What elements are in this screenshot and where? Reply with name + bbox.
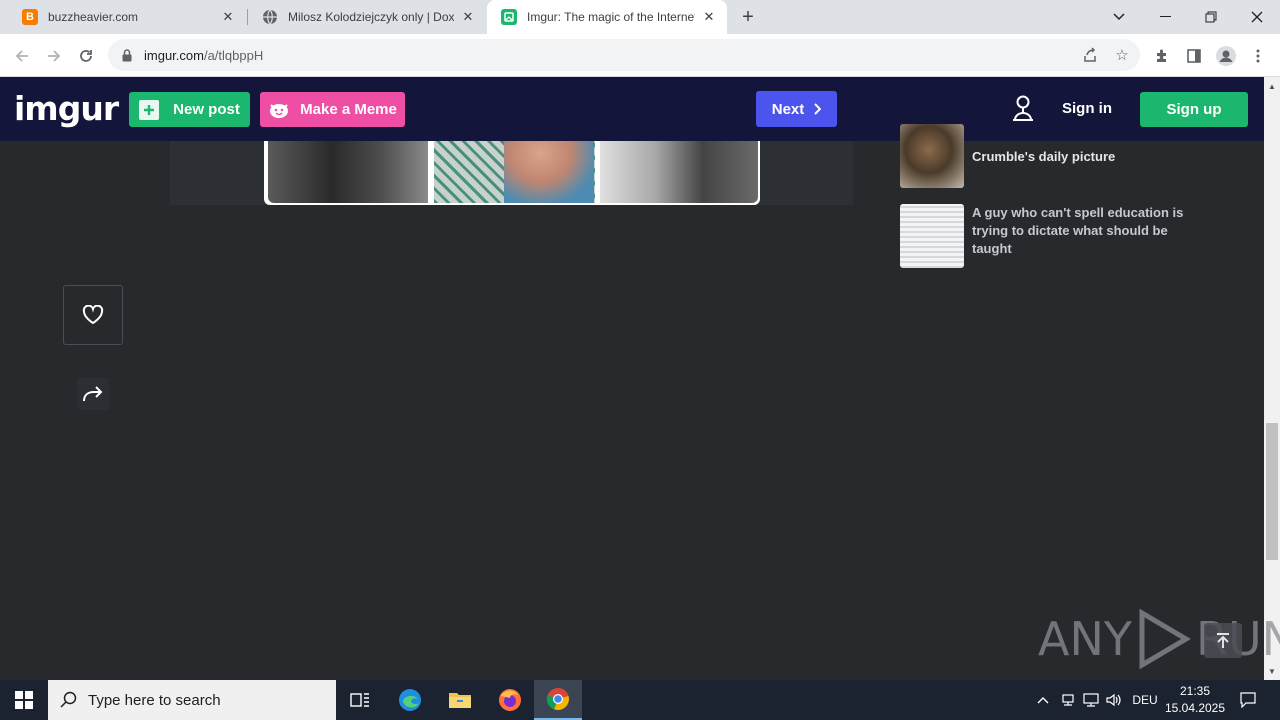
close-icon[interactable]: ✕ [460, 9, 476, 25]
arrow-up-to-line-icon [1216, 632, 1230, 649]
back-to-top-button[interactable] [1204, 623, 1242, 658]
chrome-icon[interactable] [534, 680, 582, 720]
sidebar-post-item[interactable]: Crumble's daily picture [900, 124, 1200, 188]
sidebar-post-title: Crumble's daily picture [972, 149, 1116, 164]
url-path: /a/tlqbppH [203, 47, 264, 63]
tab-search-chevron-icon[interactable] [1096, 0, 1142, 34]
profile-avatar-icon[interactable] [1215, 45, 1237, 67]
sidebar-post-title: A guy who can't spell education is tryin… [972, 205, 1184, 256]
extensions-puzzle-icon[interactable] [1151, 45, 1173, 67]
taskbar-search-box[interactable]: Type here to search [48, 680, 336, 720]
reload-icon[interactable] [72, 42, 100, 70]
file-explorer-icon[interactable] [436, 680, 484, 720]
chrome-menu-icon[interactable] [1247, 45, 1269, 67]
next-button[interactable]: Next [756, 91, 837, 127]
network-icon[interactable] [1081, 680, 1101, 720]
edge-browser-icon[interactable] [386, 680, 434, 720]
next-label: Next [771, 100, 805, 118]
share-button[interactable] [77, 378, 109, 410]
url-host: imgur.com [144, 47, 204, 63]
tab-title: Imgur: The magic of the Internet [527, 10, 695, 24]
meme-face-icon [268, 101, 290, 119]
new-post-label: New post [173, 101, 240, 118]
sign-up-button[interactable]: Sign up [1140, 92, 1248, 127]
windows-taskbar: Type here to search DEU 21:35 15.04.2025 [0, 680, 1280, 720]
close-window-icon[interactable] [1234, 0, 1280, 34]
post-image-face-2 [504, 141, 594, 203]
close-icon[interactable]: ✕ [220, 9, 236, 25]
plus-square-icon [139, 99, 160, 120]
clock-time: 21:35 [1179, 684, 1211, 698]
search-placeholder: Type here to search [88, 691, 221, 709]
tab-imgur[interactable]: Imgur: The magic of the Internet ✕ [487, 0, 727, 34]
play-triangle-icon [1139, 609, 1191, 669]
task-view-icon[interactable] [336, 680, 384, 720]
scroll-up-arrow-icon[interactable]: ▲ [1264, 79, 1280, 93]
imgur-icon [501, 9, 517, 25]
tab-title: buzzheavier.com [48, 10, 139, 24]
language-indicator[interactable]: DEU [1130, 680, 1160, 720]
back-arrow-icon[interactable] [8, 42, 36, 70]
sidebar-post-item[interactable]: A guy who can't spell education is tryin… [900, 204, 1200, 268]
windows-start-icon[interactable] [0, 680, 48, 720]
browser-tab-strip: B buzzheavier.com ✕ Milosz Kolodziejczyk… [0, 0, 1280, 34]
close-icon[interactable]: ✕ [701, 9, 717, 25]
globe-icon [262, 9, 278, 25]
page-scrollbar[interactable] [1264, 77, 1280, 680]
new-post-button[interactable]: New post [129, 92, 250, 127]
make-a-meme-button[interactable]: Make a Meme [260, 92, 405, 127]
taskbar-clock[interactable]: 21:35 15.04.2025 [1162, 683, 1228, 717]
network-drive-icon[interactable] [1058, 680, 1078, 720]
scrollbar-thumb[interactable] [1266, 423, 1278, 560]
imgur-logo[interactable]: imgur [14, 89, 119, 128]
side-panel-icon[interactable] [1183, 45, 1205, 67]
blogger-b-icon: B [22, 9, 38, 25]
search-icon [60, 691, 78, 709]
notification-icon[interactable] [1236, 680, 1260, 720]
forward-arrow-icon[interactable] [40, 42, 68, 70]
chevron-right-icon [814, 103, 822, 115]
new-tab-plus-icon[interactable]: + [736, 5, 760, 29]
firefox-icon[interactable] [486, 680, 534, 720]
post-image-face-1 [268, 141, 428, 203]
url-text: imgur.com/a/tlqbppH [144, 48, 263, 63]
sidebar-thumbnail-text [900, 204, 964, 268]
tray-chevron-up-icon[interactable] [1034, 680, 1052, 720]
address-bar[interactable]: imgur.com/a/tlqbppH ☆ [108, 39, 1140, 71]
heart-icon [82, 305, 104, 325]
tab-title: Milosz Kolodziejczyk only | Doxbin [288, 10, 454, 24]
favorite-button[interactable] [63, 285, 123, 345]
sidebar-thumbnail-cat [900, 124, 964, 188]
sign-in-link[interactable]: Sign in [1062, 100, 1112, 117]
watermark-left: ANY [1038, 612, 1132, 666]
post-image-blurred [600, 141, 758, 203]
anyrun-watermark: ANY RUN [1038, 606, 1280, 672]
share-arrow-icon [82, 386, 104, 402]
post-image-collage[interactable] [264, 141, 760, 205]
browser-toolbar: imgur.com/a/tlqbppH ☆ [0, 34, 1280, 77]
tab-buzzheavier[interactable]: B buzzheavier.com ✕ [8, 0, 246, 34]
minimize-icon[interactable] [1142, 0, 1188, 34]
lock-icon[interactable] [120, 48, 134, 62]
restore-icon[interactable] [1188, 0, 1234, 34]
tab-doxbin[interactable]: Milosz Kolodziejczyk only | Doxbin ✕ [248, 0, 486, 34]
volume-icon[interactable] [1104, 680, 1124, 720]
user-icon[interactable] [1010, 94, 1036, 122]
share-page-icon[interactable] [1080, 45, 1100, 65]
bookmark-star-icon[interactable]: ☆ [1112, 45, 1132, 65]
clock-date: 15.04.2025 [1164, 701, 1226, 715]
make-a-meme-label: Make a Meme [300, 101, 397, 118]
